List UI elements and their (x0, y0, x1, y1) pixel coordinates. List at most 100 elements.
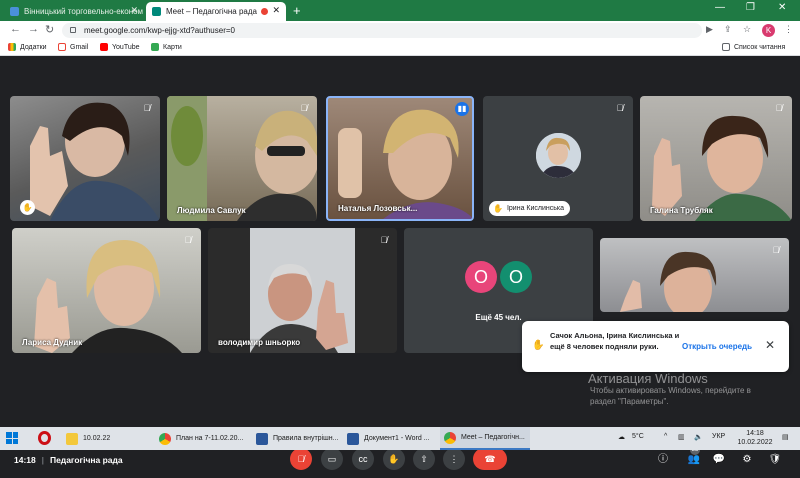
bookmark-maps[interactable]: Карти (151, 43, 182, 51)
language-indicator[interactable]: УКР (712, 433, 725, 440)
participant-tile[interactable]: 🎙̸ ✋ Ірина Кислинська (483, 96, 633, 221)
taskbar-item-meet[interactable]: Meet – Педагогічн... (440, 427, 530, 450)
taskbar-item-word[interactable]: Документ1 - Word ... (343, 427, 435, 450)
captions-button[interactable]: cc (352, 448, 374, 470)
notification-text: Сачок Альона, Ірина Кислинська и ещё 8 ч… (550, 331, 680, 351)
weather-icon[interactable]: ☁ (618, 433, 625, 441)
close-icon[interactable]: ✕ (765, 338, 775, 352)
network-icon[interactable]: ▥ (678, 433, 685, 441)
forward-icon[interactable]: → (28, 23, 39, 35)
youtube-icon (100, 43, 108, 51)
menu-dots-icon[interactable]: ⋮ (784, 24, 793, 35)
profile-avatar[interactable]: K (762, 24, 775, 37)
present-button[interactable]: ⇧ (413, 448, 435, 470)
video-feed (167, 96, 317, 221)
new-tab-button[interactable]: + (293, 3, 301, 18)
meeting-meta: 14:18 | Педагогічна рада (14, 455, 123, 465)
tab-meet[interactable]: Meet – Педагогічна рада ✕ (146, 2, 286, 21)
windows-start-icon[interactable] (6, 432, 18, 444)
participant-tile[interactable]: 🎙̸ Галина Трубляк (640, 96, 792, 221)
participant-name: Ірина Кислинська (506, 205, 565, 212)
participant-tile[interactable]: 🎙̸ (600, 238, 789, 312)
tab-title: Meet – Педагогічна рада (166, 7, 257, 16)
mic-off-icon: 🎙̸ (616, 103, 624, 113)
taskbar-item-word[interactable]: Правила внутрішн... (252, 427, 338, 450)
meeting-title: Педагогічна рада (49, 455, 123, 465)
participant-initial-avatar: О (500, 261, 532, 293)
lock-icon (70, 27, 76, 33)
reading-list[interactable]: Список читання (722, 43, 785, 51)
video-feed (652, 115, 792, 221)
participant-name: Людмила Савлук (177, 206, 246, 215)
maps-icon (151, 43, 159, 51)
participant-name: Наталья Лозовськ... (338, 204, 418, 213)
meet-stage: 🎙̸ ✋ 🎙̸ Людмила Савлук ▮▮ Наталья Лозовс… (0, 57, 800, 470)
participant-tile[interactable]: 🎙̸ Людмила Савлук (167, 96, 317, 221)
mic-off-icon: 🎙̸ (772, 245, 780, 255)
windows-activation-text: Чтобы активировать Windows, перейдите в … (590, 386, 751, 406)
tab-vtei[interactable]: Вінницький торговельно-економ ✕ (4, 2, 144, 21)
participant-name: володимир шньорко (218, 338, 301, 347)
taskbar-clock[interactable]: 14:18 10.02.2022 (735, 429, 775, 447)
camera-icon[interactable]: ▶ (706, 24, 713, 35)
close-icon[interactable]: ✕ (130, 5, 138, 16)
star-icon[interactable]: ☆ (743, 24, 751, 35)
participant-tile[interactable]: 🎙̸ Лариса Дудник (12, 228, 201, 353)
taskbar-item-folder[interactable]: 10.02.22 (62, 427, 150, 450)
word-icon (256, 432, 268, 445)
bookmarks-bar: Додатки Gmail YouTube Карти Список читан… (0, 40, 800, 56)
info-icon[interactable]: ⓘ (655, 452, 671, 468)
bookmark-youtube[interactable]: YouTube (100, 43, 140, 51)
close-icon[interactable]: ✕ (272, 5, 280, 16)
activities-icon[interactable]: ⚙ (739, 452, 755, 468)
back-icon[interactable]: ← (10, 23, 21, 35)
volume-icon[interactable]: 🔈 (694, 433, 703, 441)
address-bar[interactable]: meet.google.com/kwp-ejjg-xtd?authuser=0 (62, 23, 702, 38)
windows-activation-title: Активация Windows (588, 371, 708, 386)
chrome-icon (159, 432, 171, 445)
more-options-button[interactable]: ⋮ (443, 448, 465, 470)
browser-toolbar: ← → ↻ meet.google.com/kwp-ejjg-xtd?authu… (0, 21, 800, 40)
mic-toggle-button[interactable]: 🎙̸ (290, 448, 312, 470)
close-window-icon[interactable]: ✕ (778, 2, 786, 13)
meeting-time: 14:18 (14, 455, 36, 465)
video-feed (34, 240, 182, 353)
end-call-button[interactable]: ☎ (473, 448, 507, 470)
bookmark-label: Карти (163, 43, 182, 51)
tray-chevron-icon[interactable]: ^ (664, 433, 667, 440)
host-controls-icon[interactable]: 🛡 (767, 452, 783, 468)
browser-tab-strip: Вінницький торговельно-економ ✕ Meet – П… (0, 0, 800, 21)
notifications-icon[interactable]: ▤ (782, 433, 789, 441)
camera-toggle-button[interactable]: ▭ (321, 448, 343, 470)
maximize-icon[interactable]: ❐ (746, 2, 755, 13)
open-queue-button[interactable]: Открыть очередь (682, 342, 752, 351)
weather-temperature[interactable]: 5°C (632, 433, 644, 440)
participant-tile[interactable]: 🎙̸ ✋ (10, 96, 160, 221)
windows-taskbar: 10.02.22 План на 7-11.02.20... Правила в… (0, 427, 800, 450)
taskbar-item-chrome[interactable]: План на 7-11.02.20... (155, 427, 247, 450)
bookmark-label: Gmail (70, 43, 89, 51)
recording-indicator-icon (261, 8, 268, 15)
raised-hands-notification: ✋ Сачок Альона, Ірина Кислинська и ещё 8… (522, 321, 789, 372)
bookmark-label: YouTube (112, 43, 140, 51)
raise-hand-button[interactable]: ✋ (383, 448, 405, 470)
bookmark-apps[interactable]: Додатки (8, 43, 47, 51)
share-icon[interactable]: ⇪ (724, 24, 732, 35)
participant-tile-active-speaker[interactable]: ▮▮ Наталья Лозовськ... (326, 96, 474, 221)
minimize-icon[interactable]: — (715, 2, 725, 13)
meet-favicon-icon (152, 7, 161, 16)
opera-icon[interactable] (38, 431, 51, 445)
mic-off-icon: 🎙̸ (300, 103, 308, 113)
bookmark-gmail[interactable]: Gmail (58, 43, 88, 51)
participant-tile[interactable]: 🎙̸ володимир шньорко (208, 228, 397, 353)
raised-hand-icon: ✋ (493, 204, 503, 213)
reading-list-label: Список читання (734, 43, 786, 51)
raised-hand-icon: ✋ (20, 200, 35, 215)
participant-name: Лариса Дудник (22, 338, 83, 347)
chat-icon[interactable]: 💬 (711, 452, 727, 468)
mic-off-icon: 🎙̸ (184, 235, 192, 245)
mic-off-icon: 🎙̸ (143, 103, 151, 113)
reload-icon[interactable]: ↻ (45, 23, 54, 36)
video-feed (250, 228, 355, 353)
reading-list-icon (722, 43, 730, 51)
